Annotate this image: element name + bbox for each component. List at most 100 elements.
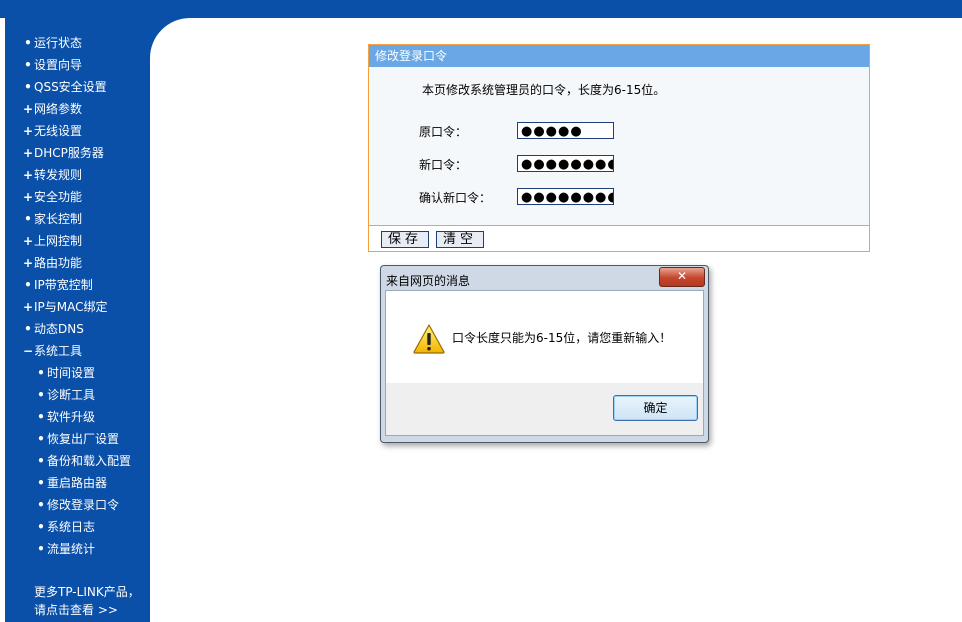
sidebar-item-label: 重启路由器 bbox=[47, 476, 108, 490]
sidebar-item[interactable]: +路由功能 bbox=[5, 252, 150, 274]
sidebar-item-label: DHCP服务器 bbox=[34, 146, 104, 160]
bullet-icon: • bbox=[24, 80, 32, 94]
dialog-title: 来自网页的消息 bbox=[386, 274, 471, 288]
expand-icon: + bbox=[22, 190, 34, 204]
collapse-icon: − bbox=[22, 344, 34, 358]
bullet-icon: • bbox=[37, 366, 45, 380]
sidebar-item-label: 流量统计 bbox=[47, 542, 96, 556]
sidebar-item-label: 系统日志 bbox=[47, 520, 96, 534]
dialog-footer: 确定 bbox=[385, 383, 704, 436]
sidebar-item-label: 软件升级 bbox=[47, 410, 96, 424]
sidebar-item[interactable]: +上网控制 bbox=[5, 230, 150, 252]
bullet-icon: • bbox=[24, 58, 32, 72]
sidebar-item[interactable]: • 软件升级 bbox=[5, 406, 150, 428]
bullet-icon: • bbox=[37, 388, 45, 402]
old-password-label: 原口令： bbox=[419, 125, 468, 139]
panel-description: 本页修改系统管理员的口令，长度为6-15位。 bbox=[422, 83, 666, 97]
bullet-icon: • bbox=[24, 322, 32, 336]
expand-icon: + bbox=[22, 300, 34, 314]
sidebar-item[interactable]: +转发规则 bbox=[5, 164, 150, 186]
expand-icon: + bbox=[22, 124, 34, 138]
sidebar-item[interactable]: • 动态DNS bbox=[5, 318, 150, 340]
password-panel: 修改登录口令 本页修改系统管理员的口令，长度为6-15位。 原口令： ●●●●●… bbox=[368, 44, 870, 252]
panel-footer: 保存 清空 bbox=[369, 225, 869, 251]
sidebar-item-label: QSS安全设置 bbox=[34, 80, 107, 94]
expand-icon: + bbox=[22, 102, 34, 116]
sidebar-item[interactable]: • QSS安全设置 bbox=[5, 76, 150, 98]
bullet-icon: • bbox=[37, 542, 45, 556]
expand-icon: + bbox=[22, 168, 34, 182]
sidebar-item-label: 无线设置 bbox=[34, 124, 83, 138]
bullet-icon: • bbox=[37, 476, 45, 490]
bullet-icon: • bbox=[37, 454, 45, 468]
sidebar-item[interactable]: • 诊断工具 bbox=[5, 384, 150, 406]
sidebar-item-label: 系统工具 bbox=[34, 344, 83, 358]
warning-icon bbox=[413, 324, 445, 354]
sidebar-item[interactable]: • 时间设置 bbox=[5, 362, 150, 384]
top-bar bbox=[0, 0, 962, 18]
sidebar-item-label: 安全功能 bbox=[34, 190, 83, 204]
sidebar-item[interactable]: • 系统日志 bbox=[5, 516, 150, 538]
new-password-label: 新口令： bbox=[419, 158, 468, 172]
sidebar-item-label: 恢复出厂设置 bbox=[47, 432, 120, 446]
sidebar-item[interactable]: +IP与MAC绑定 bbox=[5, 296, 150, 318]
more-products-link[interactable]: 请点击查看 >> bbox=[34, 601, 140, 619]
sidebar-item-label: 路由功能 bbox=[34, 256, 83, 270]
sidebar-item[interactable]: • 流量统计 bbox=[5, 538, 150, 560]
sidebar-item-label: 网络参数 bbox=[34, 102, 83, 116]
sidebar-item-label: 备份和载入配置 bbox=[47, 454, 132, 468]
bullet-icon: • bbox=[37, 498, 45, 512]
sidebar-item[interactable]: +安全功能 bbox=[5, 186, 150, 208]
confirm-password-label: 确认新口令： bbox=[419, 191, 492, 205]
sidebar-item[interactable]: −系统工具 bbox=[5, 340, 150, 362]
save-button[interactable]: 保存 bbox=[381, 231, 430, 248]
sidebar-item-label: IP与MAC绑定 bbox=[34, 300, 108, 314]
close-icon[interactable]: ✕ bbox=[659, 267, 705, 287]
expand-icon: + bbox=[22, 234, 34, 248]
sidebar-item[interactable]: • IP带宽控制 bbox=[5, 274, 150, 296]
sidebar-item-label: 家长控制 bbox=[34, 212, 83, 226]
old-password-field[interactable]: ●●●●● bbox=[517, 122, 614, 139]
bullet-icon: • bbox=[24, 36, 32, 50]
expand-icon: + bbox=[22, 256, 34, 270]
sidebar: • 运行状态 • 设置向导 • QSS安全设置 +网络参数 +无线设置 +DHCP服务器 +转发规… bbox=[5, 18, 150, 622]
bullet-icon: • bbox=[37, 410, 45, 424]
bullet-icon: • bbox=[24, 212, 32, 226]
sidebar-item[interactable]: +网络参数 bbox=[5, 98, 150, 120]
sidebar-menu: • 运行状态 • 设置向导 • QSS安全设置 +网络参数 +无线设置 +DHCP服务器 +转发规… bbox=[5, 32, 150, 560]
expand-icon: + bbox=[22, 146, 34, 160]
sidebar-item-label: 转发规则 bbox=[34, 168, 83, 182]
dialog-body: 口令长度只能为6-15位，请您重新输入！ bbox=[385, 290, 704, 384]
more-products-text: 更多TP-LINK产品， bbox=[34, 585, 140, 599]
sidebar-item[interactable]: • 修改登录口令 bbox=[5, 494, 150, 516]
sidebar-item[interactable]: • 重启路由器 bbox=[5, 472, 150, 494]
sidebar-item-label: IP带宽控制 bbox=[34, 278, 93, 292]
sidebar-item-label: 运行状态 bbox=[34, 36, 83, 50]
bullet-icon: • bbox=[37, 520, 45, 534]
dialog-message: 口令长度只能为6-15位，请您重新输入！ bbox=[452, 331, 672, 345]
new-password-field[interactable]: ●●●●●●●●●● bbox=[517, 155, 614, 172]
more-products: 更多TP-LINK产品， 请点击查看 >> bbox=[34, 583, 140, 619]
sidebar-item[interactable]: +无线设置 bbox=[5, 120, 150, 142]
ok-button[interactable]: 确定 bbox=[613, 395, 698, 421]
bullet-icon: • bbox=[37, 432, 45, 446]
panel-body: 本页修改系统管理员的口令，长度为6-15位。 原口令： ●●●●● 新口令： ●… bbox=[369, 67, 869, 225]
sidebar-item-label: 动态DNS bbox=[34, 322, 84, 336]
sidebar-item[interactable]: • 备份和载入配置 bbox=[5, 450, 150, 472]
sidebar-item-label: 诊断工具 bbox=[47, 388, 96, 402]
sidebar-corner bbox=[150, 18, 190, 58]
bullet-icon: • bbox=[24, 278, 32, 292]
sidebar-item[interactable]: +DHCP服务器 bbox=[5, 142, 150, 164]
sidebar-item[interactable]: • 恢复出厂设置 bbox=[5, 428, 150, 450]
sidebar-item[interactable]: • 家长控制 bbox=[5, 208, 150, 230]
sidebar-item-label: 上网控制 bbox=[34, 234, 83, 248]
sidebar-item[interactable]: • 运行状态 bbox=[5, 32, 150, 54]
sidebar-item-label: 时间设置 bbox=[47, 366, 96, 380]
sidebar-item-label: 修改登录口令 bbox=[47, 498, 120, 512]
confirm-password-field[interactable]: ●●●●●●●●●● bbox=[517, 188, 614, 205]
sidebar-item-label: 设置向导 bbox=[34, 58, 83, 72]
alert-dialog: 来自网页的消息 ✕ 口令长度只能为6-15位，请您重新输入！ 确定 bbox=[380, 265, 709, 443]
sidebar-item[interactable]: • 设置向导 bbox=[5, 54, 150, 76]
panel-title: 修改登录口令 bbox=[369, 45, 869, 67]
clear-button[interactable]: 清空 bbox=[436, 231, 485, 248]
